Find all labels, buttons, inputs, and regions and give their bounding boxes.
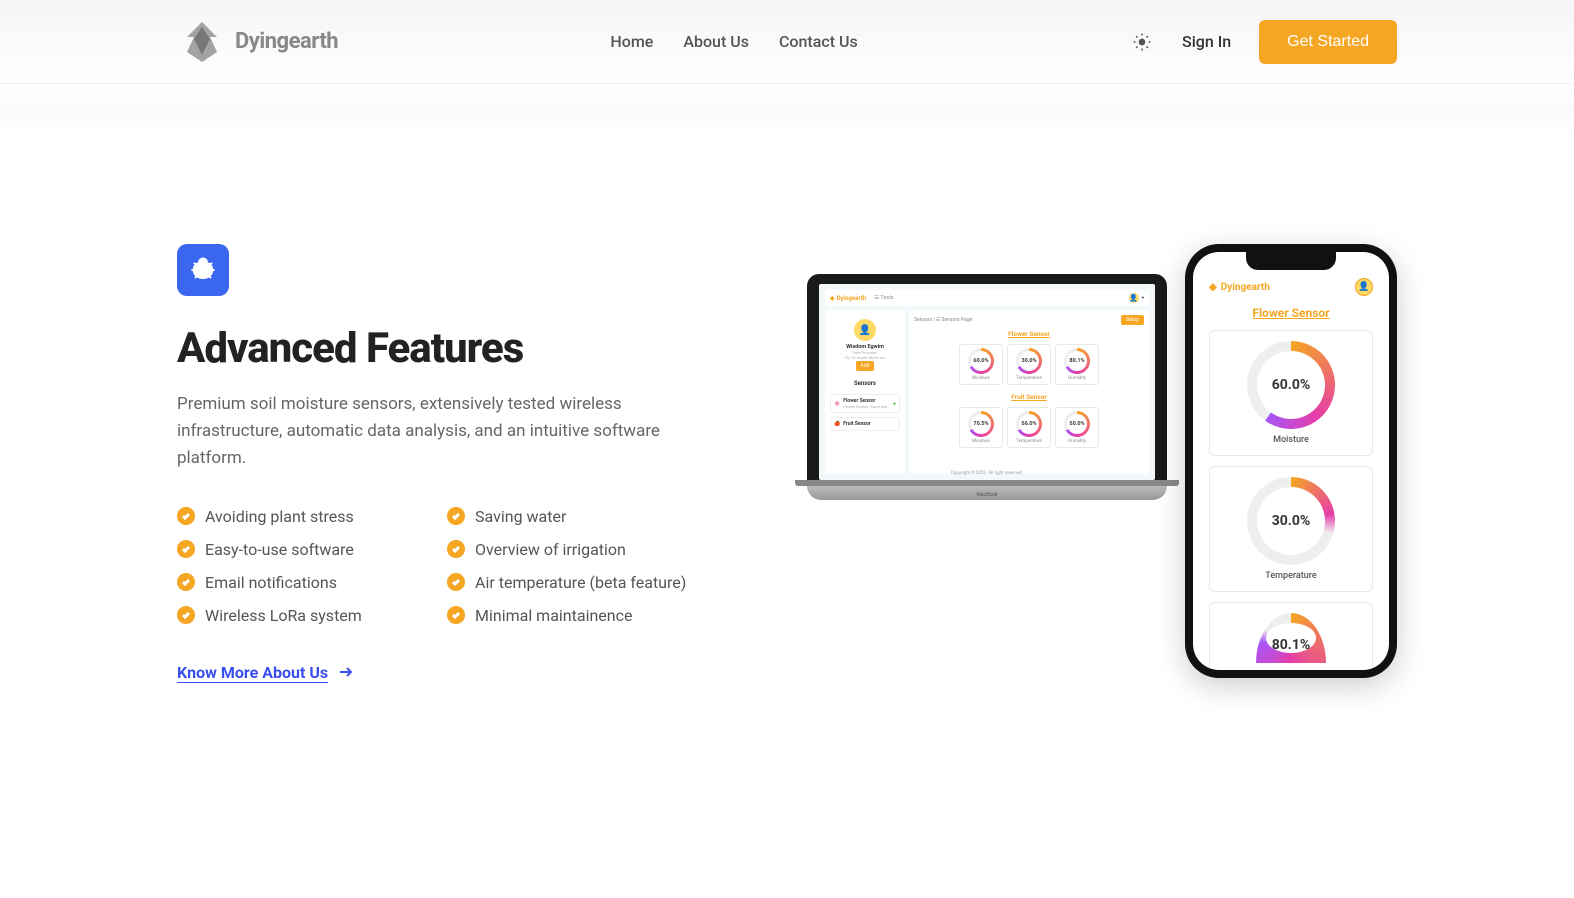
feature-label: Saving water bbox=[475, 507, 566, 526]
phone-avatar-icon: 👤 bbox=[1355, 278, 1373, 296]
check-icon bbox=[177, 507, 195, 525]
laptop-sensor-row: 🍎Fruit Sensor bbox=[830, 417, 900, 431]
laptop-footer: Copyright © 2023. All right reserved. bbox=[819, 471, 1155, 476]
theme-toggle[interactable] bbox=[1130, 30, 1154, 54]
nav-home[interactable]: Home bbox=[610, 32, 653, 51]
phone-gauge-card: 80.1% bbox=[1209, 602, 1373, 670]
phone-mockup: ◆ Dyingearth 👤 Flower Sensor 60.0% Moist… bbox=[1185, 244, 1397, 678]
check-icon bbox=[447, 507, 465, 525]
laptop-sensor-row: 🌸Flower SensorFlower Sensor, Good soil● bbox=[830, 394, 900, 413]
laptop-sensors-header: Sensors bbox=[830, 377, 900, 390]
feature-label: Avoiding plant stress bbox=[205, 507, 354, 526]
feature-item: Saving water bbox=[447, 507, 697, 526]
signin-link[interactable]: Sign In bbox=[1182, 32, 1231, 51]
nav-contact[interactable]: Contact Us bbox=[779, 32, 858, 51]
laptop-tools: ☰ Tools bbox=[874, 295, 894, 301]
laptop-sensor-title-2: Fruit Sensor bbox=[914, 393, 1144, 401]
phone-notch bbox=[1246, 252, 1336, 270]
phone-gauge-card: 60.0% Moisture bbox=[1209, 330, 1373, 456]
laptop-mockup: ◆ Dyingearth ☰ Tools 👤▾ 👤 Wisdom Egwim D… bbox=[807, 274, 1167, 500]
section-title: Advanced Features bbox=[177, 324, 697, 373]
laptop-user-card: 👤 Wisdom Egwim Date Provider: Fly 10, St… bbox=[830, 315, 900, 373]
feature-label: Wireless LoRa system bbox=[205, 606, 362, 625]
avatar-icon: 👤 bbox=[854, 319, 876, 341]
check-icon bbox=[177, 573, 195, 591]
feature-icon-box bbox=[177, 244, 229, 296]
feature-item: Wireless LoRa system bbox=[177, 606, 427, 625]
feature-grid: Avoiding plant stress Saving water Easy-… bbox=[177, 507, 697, 625]
laptop-base-label: MacBook bbox=[976, 492, 997, 498]
feature-item: Air temperature (beta feature) bbox=[447, 573, 697, 592]
logo[interactable]: Dyingearth bbox=[177, 17, 338, 67]
logo-text: Dyingearth bbox=[235, 29, 338, 54]
feature-label: Easy-to-use software bbox=[205, 540, 354, 559]
laptop-breadcrumb: Sensors | ☰ Sensors PageSetup bbox=[914, 315, 1144, 325]
check-icon bbox=[177, 606, 195, 624]
hero-gap bbox=[0, 84, 1574, 134]
feature-item: Overview of irrigation bbox=[447, 540, 697, 559]
feature-label: Overview of irrigation bbox=[475, 540, 626, 559]
phone-app-logo: ◆ Dyingearth bbox=[1209, 282, 1270, 293]
check-icon bbox=[447, 606, 465, 624]
phone-sensor-title: Flower Sensor bbox=[1203, 306, 1379, 320]
phone-gauge-card: 30.0% Temperature bbox=[1209, 466, 1373, 592]
feature-label: Minimal maintainence bbox=[475, 606, 632, 625]
nav-about[interactable]: About Us bbox=[683, 32, 749, 51]
get-started-button[interactable]: Get Started bbox=[1259, 20, 1397, 64]
feature-item: Easy-to-use software bbox=[177, 540, 427, 559]
bug-icon bbox=[189, 256, 217, 284]
know-more-link[interactable]: Know More About Us bbox=[177, 663, 354, 682]
laptop-user-menu: 👤▾ bbox=[1129, 293, 1144, 303]
check-icon bbox=[177, 540, 195, 558]
device-mockup: ◆ Dyingearth ☰ Tools 👤▾ 👤 Wisdom Egwim D… bbox=[807, 244, 1397, 684]
check-icon bbox=[447, 540, 465, 558]
sun-icon bbox=[1132, 32, 1152, 52]
know-more-label: Know More About Us bbox=[177, 663, 328, 682]
logo-icon bbox=[177, 17, 227, 67]
features-section: Advanced Features Premium soil moisture … bbox=[117, 134, 1457, 764]
feature-item: Minimal maintainence bbox=[447, 606, 697, 625]
laptop-sensor-title-1: Flower Sensor bbox=[914, 330, 1144, 338]
laptop-add-button: Add bbox=[856, 361, 875, 371]
main-nav: Home About Us Contact Us bbox=[610, 32, 857, 51]
section-subtitle: Premium soil moisture sensors, extensive… bbox=[177, 391, 667, 473]
feature-item: Avoiding plant stress bbox=[177, 507, 427, 526]
feature-item: Email notifications bbox=[177, 573, 427, 592]
arrow-right-icon bbox=[338, 664, 354, 680]
feature-label: Email notifications bbox=[205, 573, 337, 592]
header: Dyingearth Home About Us Contact Us Sign… bbox=[0, 0, 1574, 84]
check-icon bbox=[447, 573, 465, 591]
laptop-app-logo: ◆ Dyingearth bbox=[830, 295, 866, 302]
feature-label: Air temperature (beta feature) bbox=[475, 573, 686, 592]
